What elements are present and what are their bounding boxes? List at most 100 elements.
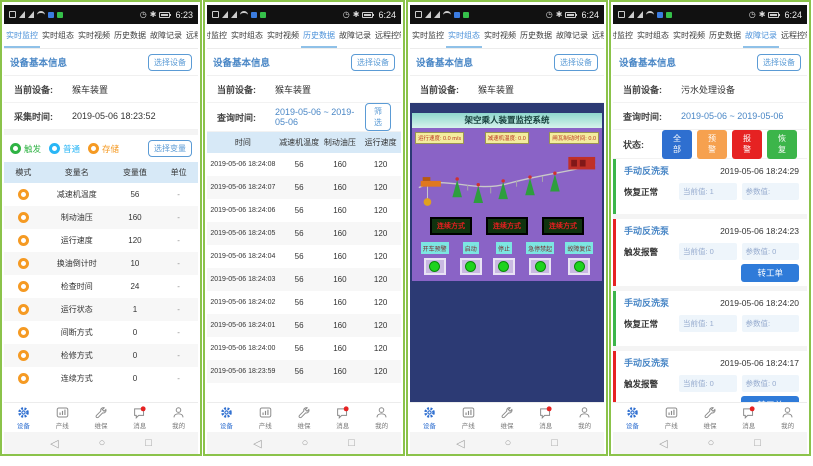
device-label: 当前设备: bbox=[623, 83, 681, 96]
status-filter-label: 状态: bbox=[623, 138, 657, 151]
tab-realtime-monitor[interactable]: 实时监控 bbox=[410, 24, 446, 48]
nav-item-profile[interactable]: 我的 bbox=[768, 406, 807, 430]
tab-fault-record[interactable]: 故障记录 bbox=[554, 24, 590, 48]
nav-item-line[interactable]: 产线 bbox=[43, 406, 82, 430]
nav-item-line[interactable]: 产线 bbox=[652, 406, 691, 430]
filter-warning-button[interactable]: 预警 bbox=[697, 130, 727, 159]
app-badge-blue-icon bbox=[251, 12, 257, 18]
tab-remote-control[interactable]: 远程控制 bbox=[590, 24, 604, 48]
nav-item-line[interactable]: 产线 bbox=[246, 406, 285, 430]
table-row: 换油倒计时10- bbox=[4, 252, 198, 275]
home-button[interactable]: ○ bbox=[302, 437, 309, 449]
fault-reset-button[interactable]: 故障复位 bbox=[565, 242, 593, 254]
filter-recover-button[interactable]: 恢复 bbox=[767, 130, 797, 159]
query-time-range[interactable]: 2019-05-06 ~ 2019-05-06 bbox=[681, 111, 783, 121]
app-badge-green-icon bbox=[260, 12, 266, 18]
person-icon bbox=[578, 406, 591, 419]
table-row: 2019-05-06 18:23:5956160120 bbox=[207, 360, 401, 383]
device-value: 污水处理设备 bbox=[681, 83, 735, 96]
estop-lockout-button[interactable]: 急停禁起 bbox=[526, 242, 554, 254]
select-device-button[interactable]: 选择设备 bbox=[757, 54, 801, 71]
nav-item-line[interactable]: 产线 bbox=[449, 406, 488, 430]
app-badge-green-icon bbox=[463, 12, 469, 18]
signal-icon bbox=[637, 11, 643, 18]
home-button[interactable]: ○ bbox=[99, 437, 106, 449]
battery-icon bbox=[565, 12, 576, 18]
nav-item-profile[interactable]: 我的 bbox=[362, 406, 401, 430]
back-button[interactable]: ◁ bbox=[659, 437, 667, 450]
start-button[interactable]: 启动 bbox=[463, 242, 479, 254]
tab-realtime-monitor[interactable]: 实时监控 bbox=[613, 24, 635, 48]
query-time-range[interactable]: 2019-05-06 ~ 2019-05-06 bbox=[275, 107, 365, 127]
nav-item-maintenance[interactable]: 维保 bbox=[82, 406, 121, 430]
mode-button-continuous-2[interactable]: 连续方式 bbox=[486, 217, 528, 235]
tab-realtime-monitor[interactable]: 实时监控 bbox=[207, 24, 229, 48]
select-variable-button[interactable]: 选择变量 bbox=[148, 140, 192, 157]
bottom-nav: 设备 产线 维保 消息 我的 bbox=[410, 402, 604, 432]
filter-all-button[interactable]: 全部 bbox=[662, 130, 692, 159]
nav-item-maintenance[interactable]: 维保 bbox=[691, 406, 730, 430]
recents-button[interactable]: □ bbox=[145, 437, 152, 449]
tab-realtime-video[interactable]: 实时视频 bbox=[76, 24, 112, 48]
home-button[interactable]: ○ bbox=[505, 437, 512, 449]
start-warning-button[interactable]: 开车预警 bbox=[421, 242, 449, 254]
indicator-box bbox=[460, 258, 482, 275]
select-device-button[interactable]: 选择设备 bbox=[148, 54, 192, 71]
tab-realtime-config[interactable]: 实时组态 bbox=[229, 24, 265, 48]
nav-item-profile[interactable]: 我的 bbox=[565, 406, 604, 430]
recents-button[interactable]: □ bbox=[348, 437, 355, 449]
recents-button[interactable]: □ bbox=[754, 437, 761, 449]
tab-history-data[interactable]: 历史数据 bbox=[518, 24, 554, 48]
tab-realtime-config[interactable]: 实时组态 bbox=[446, 24, 482, 48]
back-button[interactable]: ◁ bbox=[50, 437, 58, 450]
tab-realtime-config[interactable]: 实时组态 bbox=[635, 24, 671, 48]
tab-history-data[interactable]: 历史数据 bbox=[301, 24, 337, 48]
tab-realtime-config[interactable]: 实时组态 bbox=[40, 24, 76, 48]
nav-item-maintenance[interactable]: 维保 bbox=[285, 406, 324, 430]
tab-bar: 实时监控 实时组态 实时视频 历史数据 故障记录 远程控制 bbox=[207, 24, 401, 49]
create-work-order-button[interactable]: 转工单 bbox=[741, 264, 799, 282]
select-device-button[interactable]: 选择设备 bbox=[351, 54, 395, 71]
nav-item-messages[interactable]: 消息 bbox=[323, 406, 362, 430]
bluetooth-icon: ✱ bbox=[150, 10, 157, 19]
tab-realtime-video[interactable]: 实时视频 bbox=[482, 24, 518, 48]
tab-fault-record[interactable]: 故障记录 bbox=[743, 24, 779, 48]
nav-item-messages[interactable]: 消息 bbox=[729, 406, 768, 430]
tab-fault-record[interactable]: 故障记录 bbox=[337, 24, 373, 48]
tab-remote-control[interactable]: 远程控制 bbox=[779, 24, 807, 48]
mode-button-continuous-1[interactable]: 连续方式 bbox=[430, 217, 472, 235]
tab-fault-record[interactable]: 故障记录 bbox=[148, 24, 184, 48]
nav-item-profile[interactable]: 我的 bbox=[159, 406, 198, 430]
radio-normal[interactable]: 普通 bbox=[49, 143, 80, 155]
param-value-chip: 参数值: bbox=[742, 183, 800, 200]
filter-button[interactable]: 筛选 bbox=[365, 103, 391, 131]
tab-history-data[interactable]: 历史数据 bbox=[707, 24, 743, 48]
tab-history-data[interactable]: 历史数据 bbox=[112, 24, 148, 48]
green-lamp-icon bbox=[429, 261, 440, 272]
nav-item-device[interactable]: 设备 bbox=[4, 406, 43, 430]
nav-item-device[interactable]: 设备 bbox=[613, 406, 652, 430]
mode-button-continuous-3[interactable]: 连续方式 bbox=[542, 217, 584, 235]
recents-button[interactable]: □ bbox=[551, 437, 558, 449]
nav-item-device[interactable]: 设备 bbox=[207, 406, 246, 430]
tab-remote-control[interactable]: 远程控制 bbox=[373, 24, 401, 48]
tab-realtime-video[interactable]: 实时视频 bbox=[671, 24, 707, 48]
back-button[interactable]: ◁ bbox=[456, 437, 464, 450]
nav-item-messages[interactable]: 消息 bbox=[120, 406, 159, 430]
tab-realtime-video[interactable]: 实时视频 bbox=[265, 24, 301, 48]
radio-storage[interactable]: 存储 bbox=[88, 143, 119, 155]
alarm-clock-icon: ◷ bbox=[749, 10, 756, 19]
stop-button[interactable]: 停止 bbox=[496, 242, 512, 254]
nav-item-maintenance[interactable]: 维保 bbox=[488, 406, 527, 430]
select-device-button[interactable]: 选择设备 bbox=[554, 54, 598, 71]
back-button[interactable]: ◁ bbox=[253, 437, 261, 450]
nav-item-device[interactable]: 设备 bbox=[410, 406, 449, 430]
sim-icon bbox=[618, 11, 625, 18]
home-button[interactable]: ○ bbox=[708, 437, 715, 449]
radio-trigger[interactable]: 触发 bbox=[10, 143, 41, 155]
filter-alarm-button[interactable]: 报警 bbox=[732, 130, 762, 159]
nav-item-messages[interactable]: 消息 bbox=[526, 406, 565, 430]
tab-remote-control[interactable]: 远程控制 bbox=[184, 24, 198, 48]
table-row: 2019-05-06 18:24:0556160120 bbox=[207, 222, 401, 245]
tab-realtime-monitor[interactable]: 实时监控 bbox=[4, 24, 40, 48]
